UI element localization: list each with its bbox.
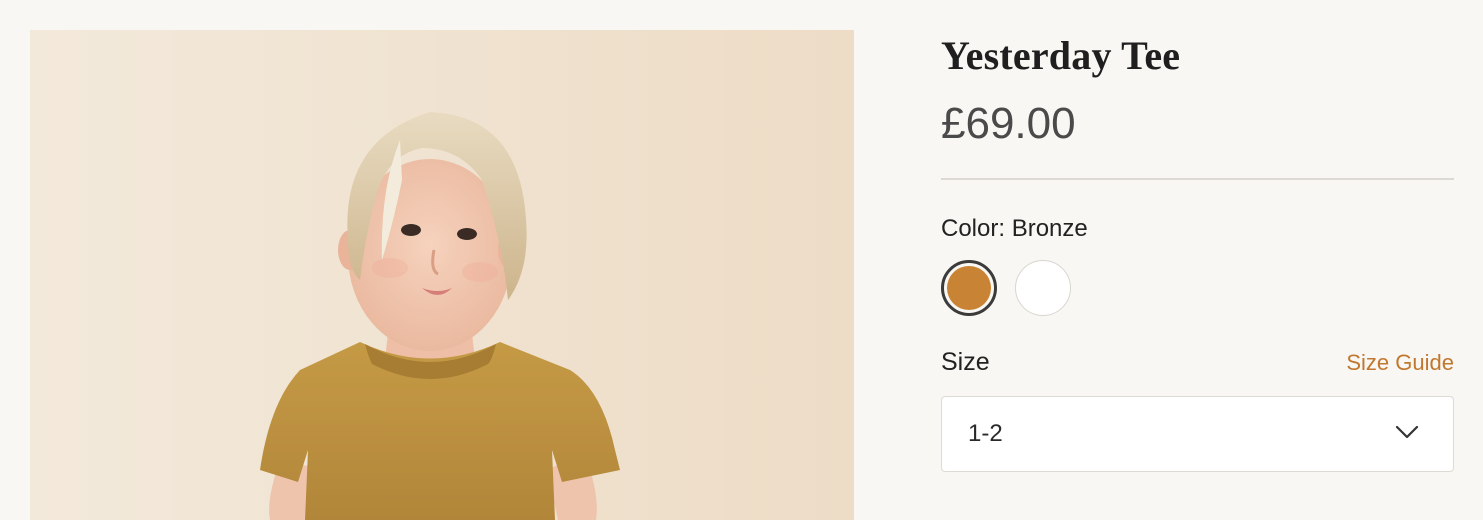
size-select-value: 1-2 (968, 420, 1003, 447)
product-title: Yesterday Tee (941, 33, 1181, 78)
color-label: Color: (941, 215, 1006, 242)
color-selected-value: Bronze (1011, 215, 1088, 242)
product-photo-illustration (30, 30, 854, 520)
size-header: Size Size Guide (941, 346, 1454, 378)
product-info: Yesterday Tee £69.00 Color: Bronze Size … (941, 30, 1454, 472)
size-label: Size (941, 348, 990, 376)
swatch-bronze[interactable] (941, 260, 997, 316)
size-select[interactable]: 1-2 (941, 396, 1454, 472)
color-option-label: Color: Bronze (941, 214, 1454, 244)
product-price: £69.00 (941, 99, 1076, 148)
product-image[interactable] (30, 30, 854, 520)
size-guide-link[interactable]: Size Guide (1346, 350, 1454, 376)
color-swatches (941, 260, 1454, 316)
chevron-down-icon (1395, 425, 1419, 444)
product-page: Yesterday Tee £69.00 Color: Bronze Size … (0, 0, 1483, 520)
swatch-white[interactable] (1015, 260, 1071, 316)
divider (941, 178, 1454, 180)
swatch-bronze-fill (947, 266, 991, 310)
